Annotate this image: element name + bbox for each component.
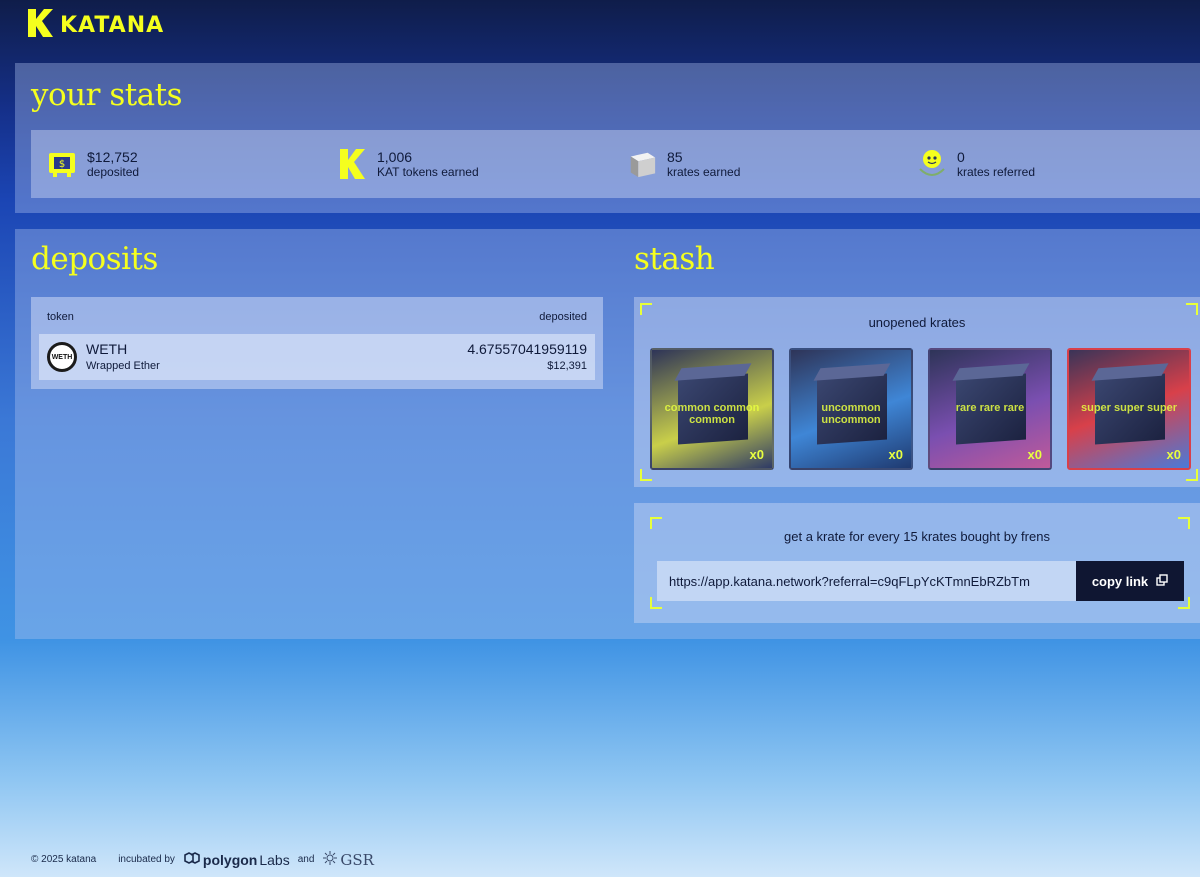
krate-label: super super super: [1081, 402, 1177, 414]
krate-count: x0: [888, 447, 903, 462]
referral-icon: [917, 147, 947, 181]
krate-super[interactable]: super super super x0: [1067, 348, 1191, 470]
krate-count: x0: [1027, 447, 1042, 462]
copy-link-label: copy link: [1091, 573, 1149, 589]
copy-icon: [1156, 573, 1168, 589]
footer: © 2025 katana incubated by polygon Labs …: [31, 850, 374, 869]
stat-label: krates referred: [957, 164, 1036, 179]
deposit-icon: $: [47, 147, 77, 181]
polygon-text: polygon: [202, 851, 258, 868]
krate-label: uncommon uncommon: [821, 402, 881, 426]
token-name: Wrapped Ether: [86, 360, 160, 372]
stash-title: stash: [634, 241, 715, 277]
polygon-icon: [183, 851, 201, 868]
corner-bracket: [1186, 469, 1198, 481]
stat-kat-tokens: 1,006 KAT tokens earned: [337, 147, 479, 181]
krate-label: common common common: [664, 402, 760, 426]
token-amount: 4.67557041959119: [467, 341, 587, 357]
krates-title: unopened krates: [868, 315, 966, 330]
stat-deposited: $ $12,752 deposited: [47, 147, 139, 181]
stat-krates-earned: 85 krates earned: [627, 147, 740, 181]
token-usd-value: $12,391: [547, 360, 587, 372]
polygon-labs-logo[interactable]: polygon Labs: [183, 851, 290, 868]
referral-box: get a krate for every 15 krates bought b…: [634, 503, 1200, 623]
stat-krates-referred: 0 krates referred: [917, 147, 1035, 181]
stat-value: $12,752: [87, 148, 138, 165]
gsr-text: GSR: [340, 850, 374, 869]
stats-panel: your stats $ $12,752 deposited 1,006 KAT…: [15, 63, 1200, 213]
column-header-token: token: [47, 311, 74, 323]
table-row[interactable]: WETH WETH Wrapped Ether 4.67557041959119…: [39, 334, 595, 380]
stat-label: KAT tokens earned: [377, 164, 479, 179]
stat-value: 0: [957, 148, 965, 165]
katana-k-icon: [26, 7, 54, 43]
stat-label: deposited: [87, 164, 140, 179]
copy-link-button[interactable]: copy link: [1076, 561, 1184, 601]
column-header-deposited: deposited: [539, 311, 587, 323]
stats-title: your stats: [31, 77, 183, 113]
corner-bracket: [640, 303, 652, 315]
gsr-sun-icon: [322, 850, 338, 869]
and-label: and: [297, 854, 315, 865]
main-panel: deposits stash token deposited WETH WETH…: [15, 229, 1200, 639]
logo-text: KATANA: [60, 12, 165, 38]
corner-bracket: [1186, 303, 1198, 315]
stats-bar: $ $12,752 deposited 1,006 KAT tokens ear…: [31, 130, 1200, 198]
weth-icon: WETH: [47, 342, 77, 372]
copyright: © 2025 katana: [31, 854, 97, 865]
svg-text:$: $: [59, 159, 65, 170]
stat-value: 85: [667, 148, 683, 165]
unopened-krates-box: unopened krates common common common x0 …: [634, 297, 1200, 487]
corner-bracket: [650, 517, 662, 529]
labs-text: Labs: [259, 851, 290, 868]
stat-value: 1,006: [377, 148, 413, 165]
krate-common[interactable]: common common common x0: [650, 348, 774, 470]
krate-uncommon[interactable]: uncommon uncommon x0: [789, 348, 913, 470]
krate-count: x0: [749, 447, 764, 462]
krate-icon: [627, 147, 657, 181]
corner-bracket: [640, 469, 652, 481]
incubated-by-label: incubated by: [118, 854, 175, 865]
corner-bracket: [1178, 517, 1190, 529]
deposits-table: token deposited WETH WETH Wrapped Ether …: [31, 297, 603, 389]
kat-token-icon: [337, 147, 367, 181]
krate-rare[interactable]: rare rare rare x0: [928, 348, 1052, 470]
deposits-title: deposits: [31, 241, 158, 277]
katana-logo[interactable]: KATANA: [26, 7, 164, 43]
referral-title: get a krate for every 15 krates bought b…: [784, 529, 1050, 544]
gsr-logo[interactable]: GSR: [322, 850, 374, 869]
referral-link-field[interactable]: [657, 561, 1077, 601]
stat-label: krates earned: [667, 164, 741, 179]
krate-count: x0: [1166, 447, 1181, 462]
krate-label: rare rare rare: [955, 402, 1025, 414]
token-symbol: WETH: [86, 341, 128, 357]
